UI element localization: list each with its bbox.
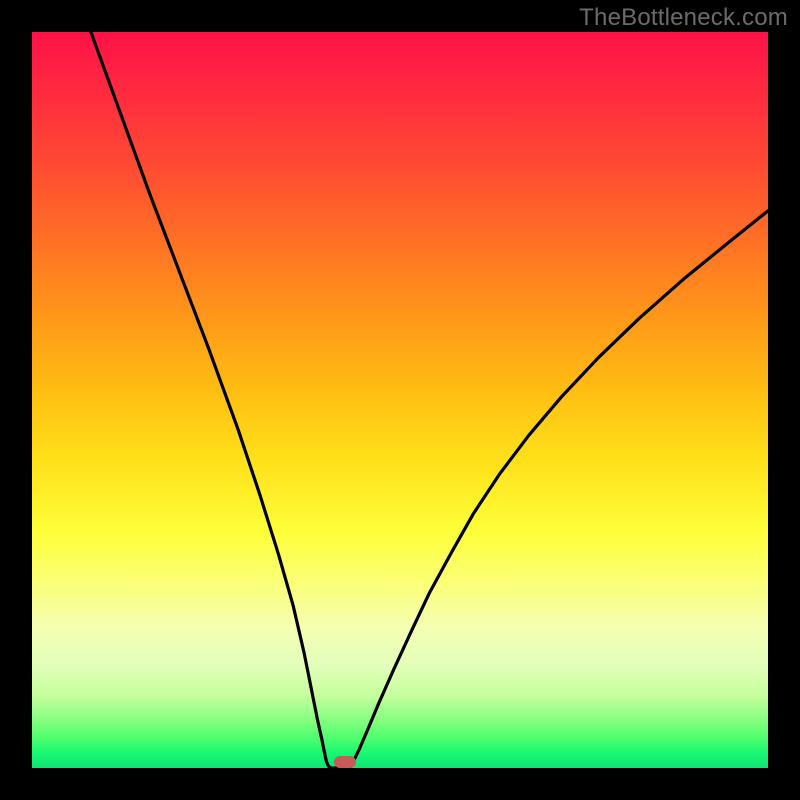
plot-area	[32, 32, 768, 768]
bottleneck-curve	[32, 32, 768, 768]
chart-frame: TheBottleneck.com	[0, 0, 800, 800]
watermark-text: TheBottleneck.com	[579, 4, 788, 32]
min-marker	[334, 756, 356, 768]
